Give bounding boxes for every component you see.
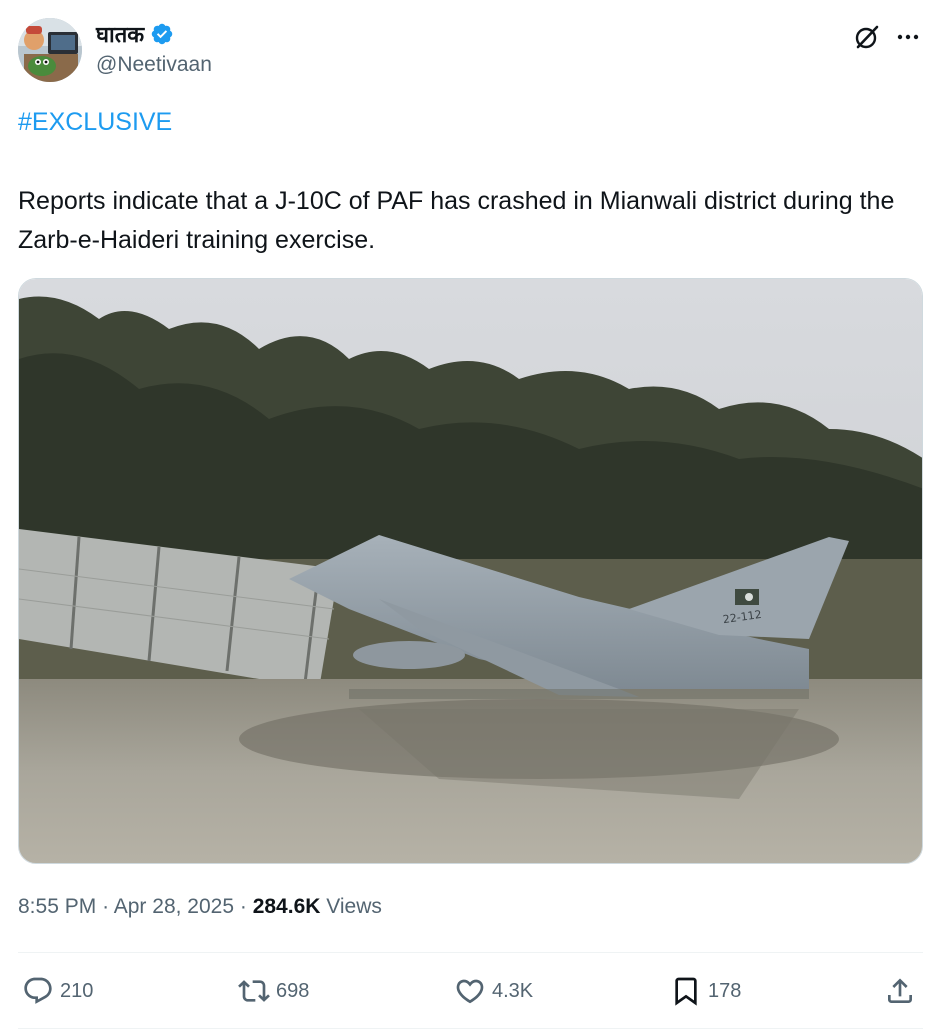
avatar[interactable]: [18, 18, 82, 82]
author-handle[interactable]: @Neetivaan: [96, 53, 212, 77]
verified-badge-icon: [150, 22, 174, 46]
like-button[interactable]: 4.3K: [454, 972, 533, 1010]
bookmark-icon: [675, 977, 697, 1006]
crashed-jet-photo: 22-112: [19, 279, 922, 863]
share-icon: [888, 978, 912, 1003]
tweet-text: Reports indicate that a J-10C of PAF has…: [18, 187, 895, 254]
bookmark-button[interactable]: 178: [670, 972, 741, 1010]
views-label: Views: [326, 895, 382, 918]
tweet-media-image[interactable]: 22-112: [18, 278, 923, 864]
repost-icon: [238, 980, 270, 1002]
reply-count: 210: [60, 979, 94, 1002]
repost-count: 698: [276, 979, 310, 1002]
divider: [18, 1028, 923, 1029]
bookmark-count: 178: [708, 979, 742, 1002]
grok-icon[interactable]: [852, 22, 882, 52]
repost-button[interactable]: 698: [238, 972, 309, 1010]
author-display-name[interactable]: घातक: [96, 19, 144, 49]
reply-icon: [24, 977, 52, 1004]
share-button[interactable]: [884, 972, 916, 1010]
divider: [18, 952, 923, 953]
more-icon[interactable]: [893, 22, 923, 52]
like-icon: [456, 979, 484, 1004]
hashtag-link[interactable]: #EXCLUSIVE: [18, 108, 172, 137]
tweet-date[interactable]: Apr 28, 2025: [114, 895, 234, 918]
tweet-card: घातक @Neetivaan #EXCLUSIVE Reports indic…: [0, 0, 942, 1033]
like-count: 4.3K: [492, 979, 534, 1002]
meta-separator: ·: [102, 895, 110, 918]
reply-button[interactable]: 210: [22, 972, 93, 1010]
meta-separator: ·: [239, 895, 247, 918]
views-count: 284.6K: [252, 895, 321, 918]
tweet-meta: 8:55 PM · Apr 28, 2025 · 284.6K Views: [18, 895, 382, 919]
author-name-row[interactable]: घातक: [96, 18, 174, 50]
tweet-time[interactable]: 8:55 PM: [18, 895, 96, 918]
avatar-image: [18, 18, 82, 82]
